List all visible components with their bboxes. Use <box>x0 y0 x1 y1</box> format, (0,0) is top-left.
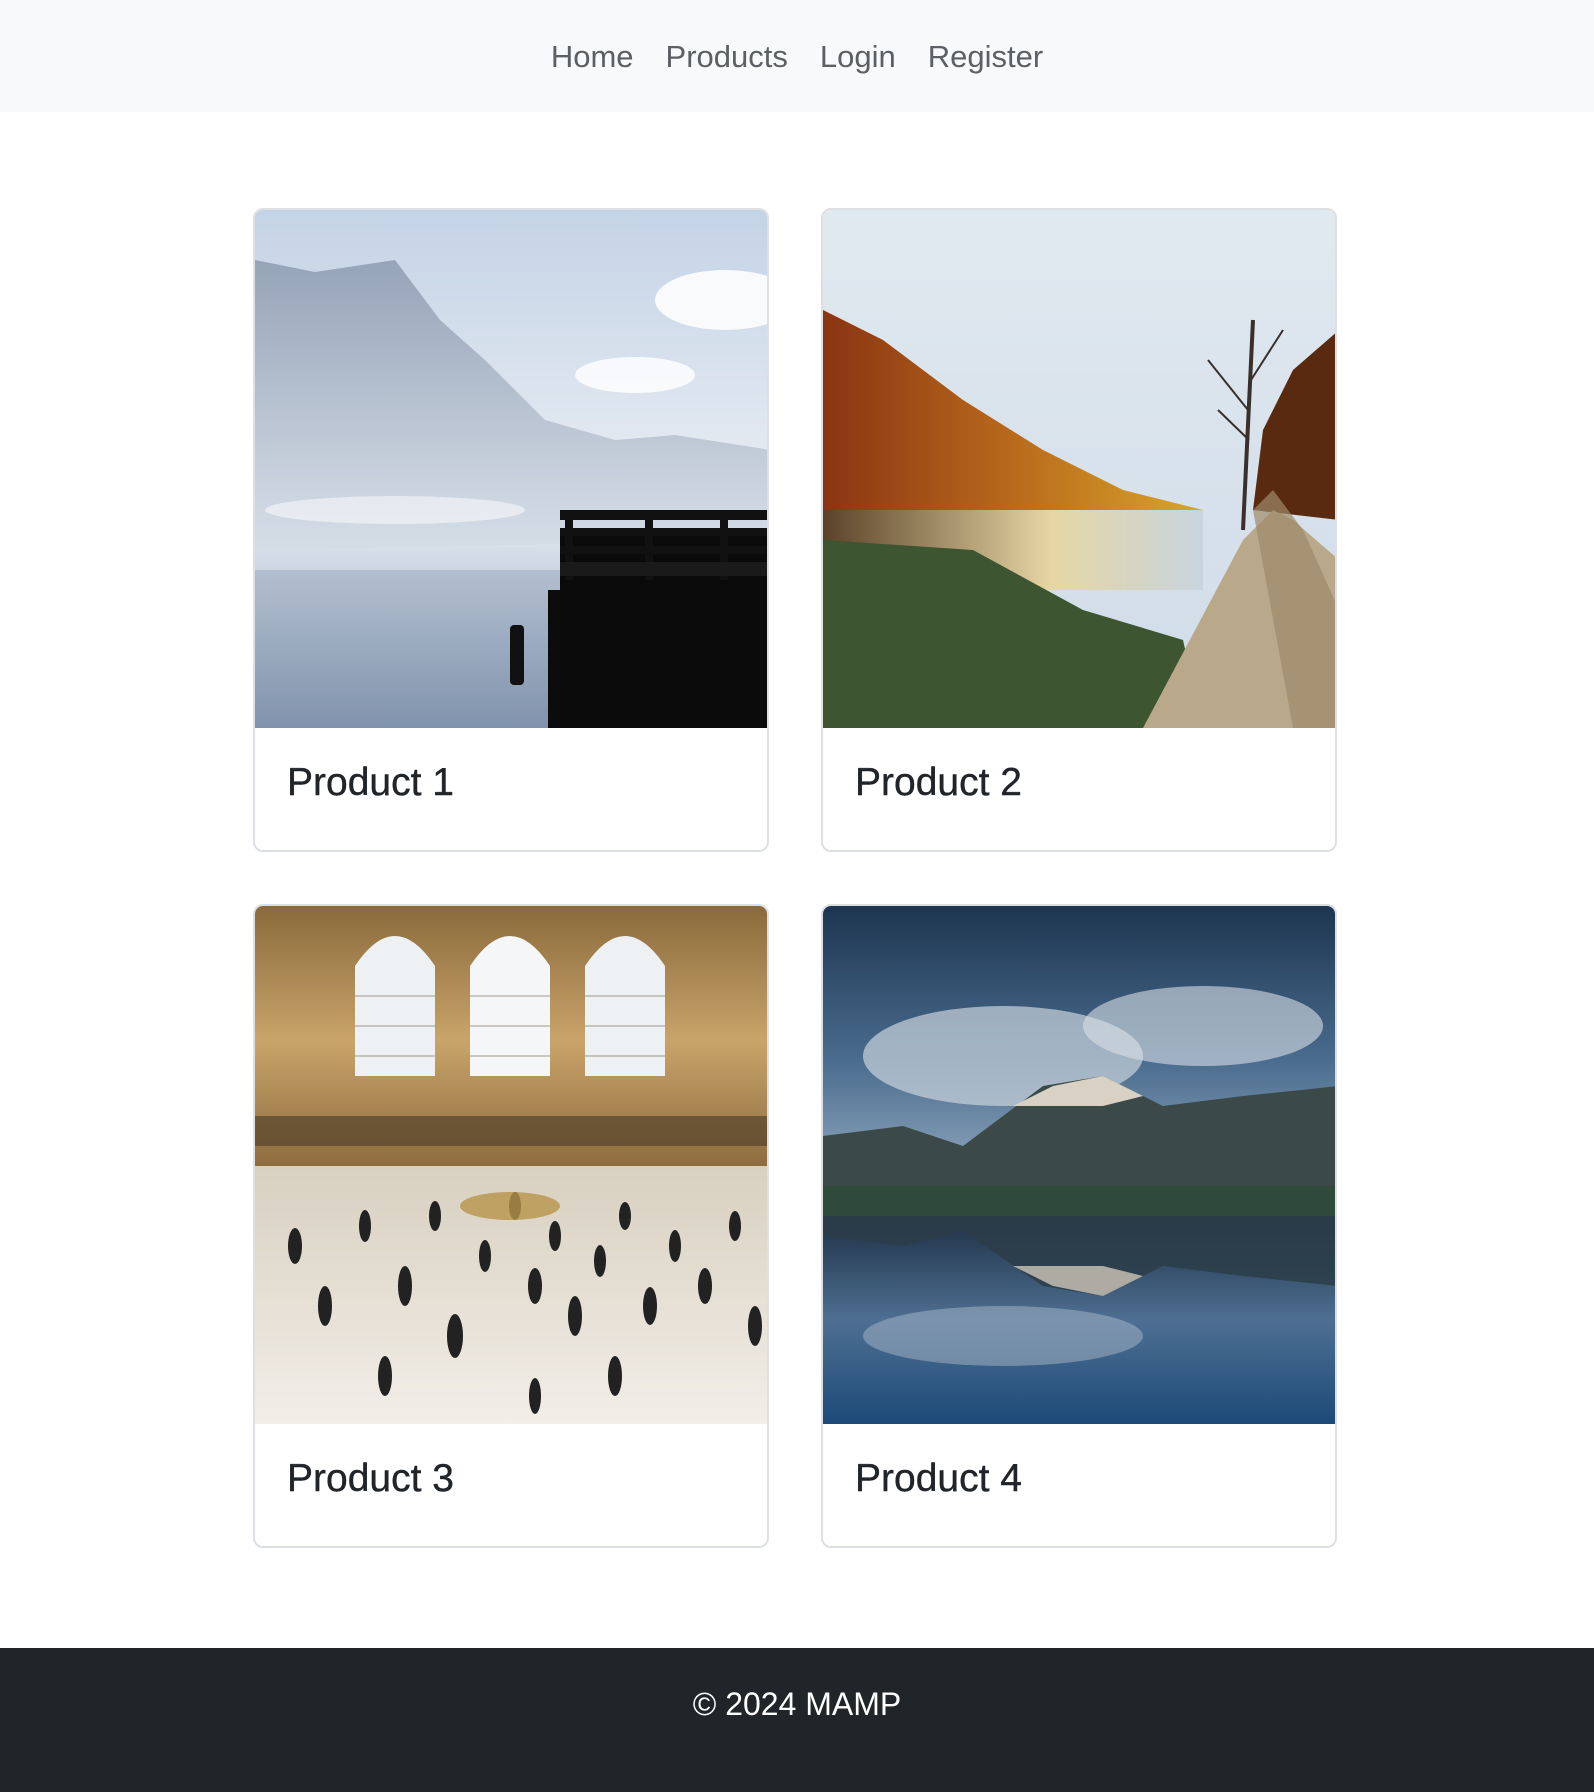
station-concourse-crowd-photo <box>255 906 767 1424</box>
navbar: Home Products Login Register <box>0 0 1594 112</box>
product-card[interactable]: Product 4 <box>821 904 1337 1548</box>
autumn-lake-road-photo <box>823 210 1335 728</box>
product-card[interactable]: Product 3 <box>253 904 769 1548</box>
product-title: Product 3 <box>287 1457 454 1500</box>
product-card[interactable]: Product 1 <box>253 208 769 852</box>
copyright-text: © 2024 MAMP <box>692 1686 902 1722</box>
product-image[interactable] <box>255 906 767 1424</box>
nav-link-home[interactable]: Home <box>535 41 650 72</box>
nav-link-products[interactable]: Products <box>650 41 804 72</box>
product-title: Product 1 <box>287 761 454 804</box>
product-image[interactable] <box>823 906 1335 1424</box>
nav-link-register[interactable]: Register <box>912 41 1059 72</box>
mountain-lake-reflection-photo <box>823 906 1335 1424</box>
product-grid: Product 1 Product 2 Product 3 Product 4 <box>0 112 1594 1648</box>
product-card[interactable]: Product 2 <box>821 208 1337 852</box>
product-image[interactable] <box>255 210 767 728</box>
product-image[interactable] <box>823 210 1335 728</box>
footer: © 2024 MAMP <box>0 1648 1594 1792</box>
product-title: Product 4 <box>855 1457 1022 1500</box>
product-title: Product 2 <box>855 761 1022 804</box>
nav-link-login[interactable]: Login <box>804 41 912 72</box>
misty-lake-pier-photo <box>255 210 767 728</box>
